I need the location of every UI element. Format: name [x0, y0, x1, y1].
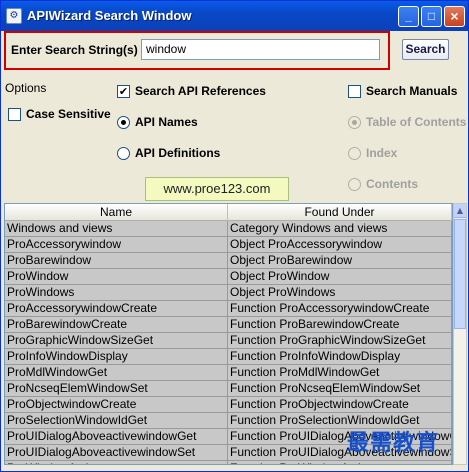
search-manuals-label: Search Manuals [366, 84, 458, 98]
cell-name[interactable]: ProWindow [5, 269, 228, 285]
close-button[interactable]: × [444, 6, 465, 27]
case-sensitive-checkbox[interactable] [8, 108, 21, 121]
cell-name[interactable]: ProUIDialogAboveactivewindowSet [5, 445, 228, 461]
search-api-references-checkbox[interactable]: ✔ [117, 85, 130, 98]
app-icon: ⚙ [6, 8, 22, 24]
cell-name[interactable]: ProGraphicWindowSizeGet [5, 333, 228, 349]
contents-label: Contents [366, 177, 418, 191]
index-label: Index [366, 146, 398, 160]
cell-found-under[interactable]: Function ProGraphicWindowSizeGet [228, 333, 452, 349]
cell-found-under[interactable]: Function ProNcseqElemWindowSet [228, 381, 452, 397]
window-title: APIWizard Search Window [27, 8, 192, 23]
cell-name[interactable]: ProObjectwindowCreate [5, 397, 228, 413]
cell-name[interactable]: ProSelectionWindowIdGet [5, 413, 228, 429]
cell-found-under[interactable]: Function ProBarewindowCreate [228, 317, 452, 333]
table-row[interactable]: ProWindowActivateFunction ProWindowActiv… [5, 461, 452, 464]
cell-name[interactable]: ProUIDialogAboveactivewindowGet [5, 429, 228, 445]
search-input[interactable]: window [141, 39, 380, 60]
api-names-radio[interactable] [117, 116, 130, 129]
cell-name[interactable]: ProAccessorywindow [5, 237, 228, 253]
table-header: Name Found Under [5, 204, 452, 221]
search-api-references-label: Search API References [135, 84, 266, 98]
cell-found-under[interactable]: Function ProMdlWindowGet [228, 365, 452, 381]
cell-found-under[interactable]: Function ProObjectwindowCreate [228, 397, 452, 413]
minimize-button[interactable]: _ [398, 6, 419, 27]
column-header-found-under[interactable]: Found Under [228, 204, 452, 221]
cell-found-under[interactable]: Object ProAccessorywindow [228, 237, 452, 253]
table-row[interactable]: ProGraphicWindowSizeGet Function ProGraph… [5, 333, 452, 349]
scroll-up-arrow-icon[interactable]: ▲ [454, 204, 466, 218]
watermark-label: www.proe123.com [145, 177, 289, 201]
search-button[interactable]: Search [402, 39, 449, 60]
search-label: Enter Search String(s) [11, 43, 138, 57]
cell-name[interactable]: ProBarewindowCreate [5, 317, 228, 333]
cell-name[interactable]: ProWindowActivate [5, 461, 228, 464]
column-header-name[interactable]: Name [5, 204, 228, 221]
cell-name[interactable]: ProWindows [5, 285, 228, 301]
apiwizard-window: ⚙ APIWizard Search Window _ □ × Enter Se… [0, 0, 469, 472]
table-row[interactable]: ProInfoWindowDisplay Function ProInfoWind… [5, 349, 452, 365]
table-row[interactable]: ProWindows Object ProWindows [5, 285, 452, 301]
table-row[interactable]: Windows and views Category Windows and vi… [5, 221, 452, 237]
cell-name[interactable]: ProInfoWindowDisplay [5, 349, 228, 365]
table-row[interactable]: ProWindow Object ProWindow [5, 269, 452, 285]
table-row[interactable]: ProAccessorywindow Object ProAccessorywin… [5, 237, 452, 253]
cell-found-under[interactable]: Function ProAccessorywindowCreate [228, 301, 452, 317]
table-row[interactable]: ProMdlWindowGet Function ProMdlWindowGet [5, 365, 452, 381]
contents-radio[interactable] [348, 178, 361, 191]
table-row[interactable]: ProNcseqElemWindowSet Function ProNcseqEl… [5, 381, 452, 397]
cell-name[interactable]: ProNcseqElemWindowSet [5, 381, 228, 397]
title-bar[interactable]: ⚙ APIWizard Search Window _ □ × [1, 1, 468, 31]
api-definitions-label: API Definitions [135, 146, 221, 160]
api-definitions-radio[interactable] [117, 147, 130, 160]
table-of-contents-radio[interactable] [348, 116, 361, 129]
scrollbar-thumb[interactable] [454, 219, 466, 329]
table-row[interactable]: ProBarewindow Object ProBarewindow [5, 253, 452, 269]
maximize-button[interactable]: □ [421, 6, 442, 27]
table-of-contents-label: Table of Contents [366, 115, 467, 129]
cell-name[interactable]: Windows and views [5, 221, 228, 237]
cell-found-under[interactable]: Category Windows and views [228, 221, 452, 237]
cell-found-under[interactable]: Function ProInfoWindowDisplay [228, 349, 452, 365]
logo-watermark: 最需教育 [347, 430, 440, 456]
case-sensitive-label: Case Sensitive [26, 107, 111, 121]
table-row[interactable]: ProObjectwindowCreate Function ProObjectw… [5, 397, 452, 413]
cell-found-under[interactable]: Object ProWindows [228, 285, 452, 301]
cell-found-under[interactable]: Function ProWindowActivate [228, 461, 452, 464]
options-heading: Options [5, 81, 47, 95]
api-names-label: API Names [135, 115, 198, 129]
cell-name[interactable]: ProMdlWindowGet [5, 365, 228, 381]
table-row[interactable]: ProAccessorywindowCreate Function ProAcce… [5, 301, 452, 317]
cell-found-under[interactable]: Object ProWindow [228, 269, 452, 285]
search-manuals-checkbox[interactable] [348, 85, 361, 98]
cell-name[interactable]: ProAccessorywindowCreate [5, 301, 228, 317]
table-row[interactable]: ProBarewindowCreate Function ProBarewindo… [5, 317, 452, 333]
cell-name[interactable]: ProBarewindow [5, 253, 228, 269]
cell-found-under[interactable]: Object ProBarewindow [228, 253, 452, 269]
index-radio[interactable] [348, 147, 361, 160]
vertical-scrollbar[interactable]: ▲ [453, 203, 467, 465]
